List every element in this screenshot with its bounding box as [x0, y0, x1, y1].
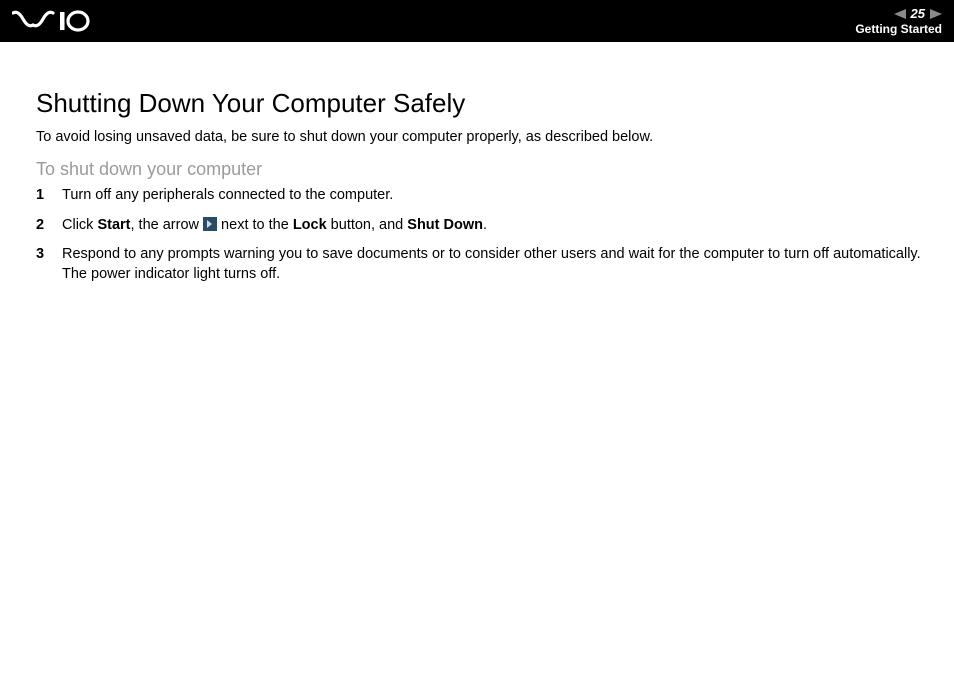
step-1-text: Turn off any peripherals connected to th… — [62, 187, 393, 203]
step-3-text-a: Respond to any prompts warning you to sa… — [62, 246, 921, 262]
step-3-text-b: The power indicator light turns off. — [62, 266, 280, 282]
step-3: Respond to any prompts warning you to sa… — [36, 245, 936, 284]
page-content: Shutting Down Your Computer Safely To av… — [0, 42, 954, 284]
intro-text: To avoid losing unsaved data, be sure to… — [36, 129, 936, 145]
arrow-button-icon — [203, 217, 217, 231]
subheading: To shut down your computer — [36, 159, 936, 180]
step-2-text-e: . — [483, 217, 487, 233]
step-2-text-d: button, and — [327, 217, 408, 233]
next-page-arrow-icon[interactable] — [930, 9, 942, 19]
page-nav: 25 — [855, 6, 942, 22]
section-name: Getting Started — [855, 22, 942, 36]
step-2-text-c: next to the — [217, 217, 293, 233]
step-2-lock: Lock — [293, 217, 327, 233]
prev-page-arrow-icon[interactable] — [894, 9, 906, 19]
steps-list: Turn off any peripherals connected to th… — [36, 186, 936, 284]
step-2-start: Start — [97, 217, 130, 233]
step-2-shutdown: Shut Down — [407, 217, 483, 233]
step-2-text-a: Click — [62, 217, 97, 233]
vaio-logo-svg — [12, 10, 112, 32]
page-title: Shutting Down Your Computer Safely — [36, 88, 936, 119]
step-2: Click Start, the arrow next to the Lock … — [36, 216, 936, 236]
vaio-logo — [12, 10, 112, 32]
header-bar: 25 Getting Started — [0, 0, 954, 42]
header-right: 25 Getting Started — [855, 6, 942, 36]
page-number: 25 — [910, 6, 926, 22]
step-2-text-b: , the arrow — [131, 217, 204, 233]
step-1: Turn off any peripherals connected to th… — [36, 186, 936, 206]
